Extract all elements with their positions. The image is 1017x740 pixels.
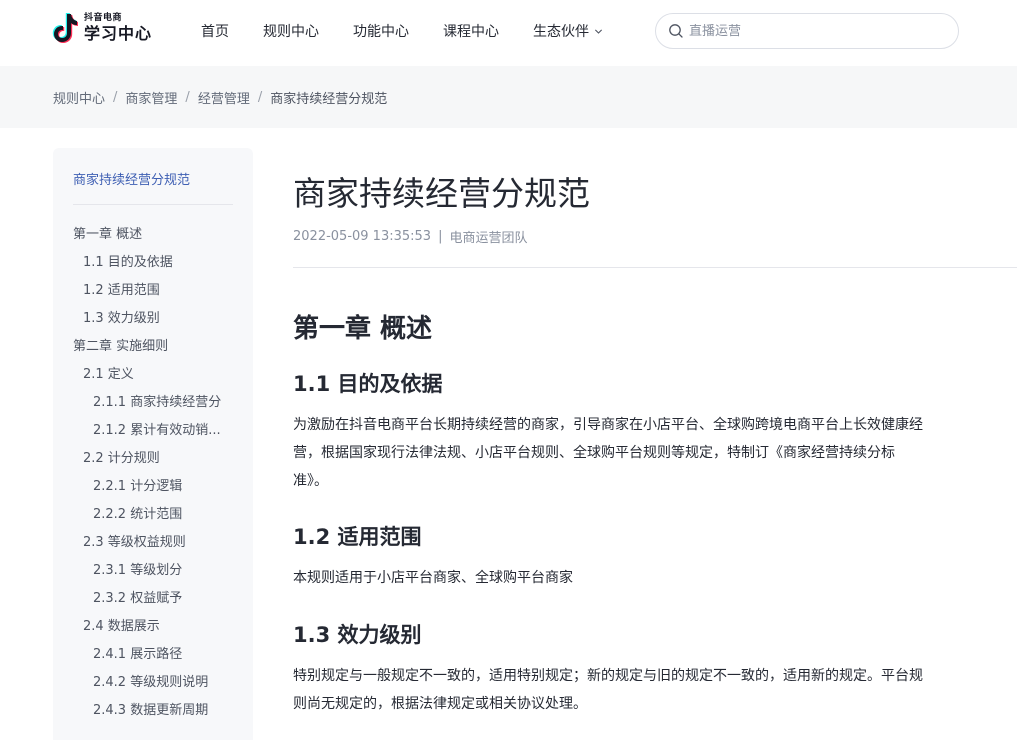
section-1-3-paragraph: 特别规定与一般规定不一致的，适用特别规定；新的规定与旧的规定不一致的，适用新的规… [293,662,1017,718]
paragraph-line: 则尚无规定的，根据法律规定或相关协议处理。 [293,696,587,712]
main-nav: 首页 规则中心 功能中心 课程中心 生态伙伴 [201,0,637,62]
toc-item[interactable]: 1.3 效力级别 [53,305,253,333]
top-header: 抖音电商 学习中心 首页 规则中心 功能中心 课程中心 生态伙伴 [0,0,1017,66]
toc-item[interactable]: 第一章 概述 [53,221,253,249]
toc-item[interactable]: 2.3.1 等级划分 [53,557,253,585]
nav-item-ecosystem-label: 生态伙伴 [533,24,589,40]
toc-item[interactable]: 2.3 等级权益规则 [53,529,253,557]
toc-sidebar: 商家持续经营分规范 第一章 概述 1.1 目的及依据 1.2 适用范围 1.3 效力级… [53,148,253,740]
section-1-2-paragraph: 本规则适用于小店平台商家、全球购平台商家 [293,564,1017,592]
section-1-1-paragraph: 为激励在抖音电商平台长期持续经营的商家，引导商家在小店平台、全球购跨境电商平台上… [293,411,1017,495]
nav-item-home[interactable]: 首页 [201,21,229,41]
search-input[interactable] [689,23,929,39]
chevron-down-icon [594,28,603,34]
toc-item[interactable]: 2.2 计分规则 [53,445,253,473]
douyin-logo-icon [52,12,79,44]
breadcrumb-item-operation-management[interactable]: 经营管理 [198,88,250,107]
meta-divider [293,267,1017,268]
toc-item[interactable]: 2.1.1 商家持续经营分 [53,389,253,417]
nav-item-course-center[interactable]: 课程中心 [443,21,499,41]
toc-item[interactable]: 2.4.1 展示路径 [53,641,253,669]
search-icon [669,24,683,38]
paragraph-line: 为激励在抖音电商平台长期持续经营的商家，引导商家在小店平台、全球购跨境电商平台上… [293,417,923,433]
toc-divider [73,204,233,205]
breadcrumb-item-current: 商家持续经营分规范 [270,92,388,107]
paragraph-line: 准》。 [293,473,328,489]
toc-item[interactable]: 1.2 适用范围 [53,277,253,305]
breadcrumb-separator: / [185,90,190,105]
toc-item[interactable]: 2.3.2 权益赋予 [53,585,253,613]
section-heading-1-1: 1.1 目的及依据 [293,372,443,396]
paragraph-line: 本规则适用于小店平台商家、全球购平台商家 [293,570,573,586]
meta-separator: | [438,229,443,244]
toc-item[interactable]: 2.1.2 累计有效动销... [53,417,253,445]
logo-subtitle: 抖音电商 [84,13,123,23]
toc-title[interactable]: 商家持续经营分规范 [73,169,190,188]
breadcrumb-item-merchant-management[interactable]: 商家管理 [125,88,177,107]
nav-item-rules-center[interactable]: 规则中心 [263,21,319,41]
nav-item-feature-center[interactable]: 功能中心 [353,21,409,41]
toc-item[interactable]: 第二章 实施细则 [53,333,253,361]
paragraph-line: 特别规定与一般规定不一致的，适用特别规定；新的规定与旧的规定不一致的，适用新的规… [293,668,923,684]
breadcrumb-separator: / [257,90,263,105]
breadcrumb: 规则中心 / 商家管理 / 经营管理 / 商家持续经营分规范 [53,88,387,107]
article-meta: 2022-05-09 13:35:53 | 电商运营团队 [293,227,527,246]
logo-text: 抖音电商 学习中心 [84,14,152,42]
section-heading-1-3: 1.3 效力级别 [293,623,422,647]
author: 电商运营团队 [449,231,528,246]
article-title: 商家持续经营分规范 [293,174,590,213]
breadcrumb-separator: / [113,90,118,105]
logo[interactable]: 抖音电商 学习中心 [52,10,162,46]
nav-item-ecosystem-partners[interactable]: 生态伙伴 [533,21,603,41]
toc-item[interactable]: 1.1 目的及依据 [53,249,253,277]
toc-item[interactable]: 2.4 数据展示 [53,613,253,641]
publish-date: 2022-05-09 13:35:53 [293,229,432,244]
toc-item[interactable]: 2.1 定义 [53,361,253,389]
paragraph-line: 营，根据国家现行法律法规、小店平台规则、全球购平台规则等规定，特制订《商家经营持… [293,445,895,461]
toc-item[interactable]: 2.4.2 等级规则说明 [53,669,253,697]
search-box[interactable] [655,13,959,49]
section-heading-1-2: 1.2 适用范围 [293,525,422,549]
logo-title: 学习中心 [84,24,153,43]
toc-list: 第一章 概述 1.1 目的及依据 1.2 适用范围 1.3 效力级别 第二章 实施细则 2… [53,221,253,725]
breadcrumb-item-rules-center[interactable]: 规则中心 [53,88,105,107]
toc-item[interactable]: 2.4.3 数据更新周期 [53,697,253,725]
toc-item[interactable]: 2.2.1 计分逻辑 [53,473,253,501]
chapter-heading: 第一章 概述 [293,314,433,344]
breadcrumb-bar: 规则中心 / 商家管理 / 经营管理 / 商家持续经营分规范 [0,66,1017,128]
toc-item[interactable]: 2.2.2 统计范围 [53,501,253,529]
